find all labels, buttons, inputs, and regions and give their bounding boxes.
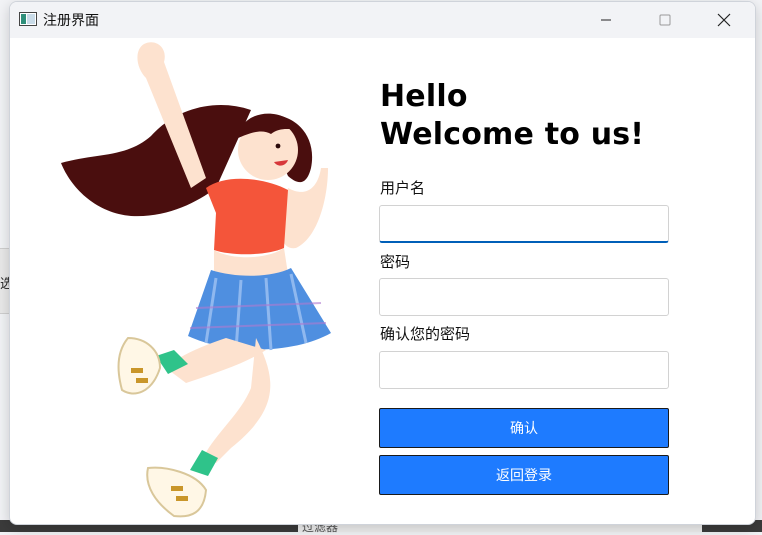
username-input[interactable] <box>379 205 669 243</box>
maximize-icon <box>659 14 671 26</box>
close-button[interactable] <box>701 2 747 38</box>
close-icon <box>717 13 731 27</box>
password-label: 密码 <box>380 253 411 271</box>
confirm-button[interactable]: 确认 <box>379 408 669 448</box>
maximize-button[interactable] <box>642 2 688 38</box>
greeting-heading: Hello Welcome to us! <box>380 78 644 154</box>
password-input[interactable] <box>379 278 669 316</box>
girl-illustration <box>61 42 331 518</box>
greeting-line-1: Hello <box>380 79 468 114</box>
greeting-line-2: Welcome to us! <box>380 117 645 152</box>
username-label: 用户名 <box>380 179 426 197</box>
minimize-button[interactable] <box>583 2 629 38</box>
title-bar[interactable]: 注册界面 <box>10 2 755 38</box>
register-window: 注册界面 Hello Welcome to us! 用户名 密码 确认您的密码 … <box>9 1 756 525</box>
back-to-login-button[interactable]: 返回登录 <box>379 455 669 495</box>
confirm-password-label: 确认您的密码 <box>380 325 471 343</box>
window-title: 注册界面 <box>43 13 99 29</box>
minimize-icon <box>601 19 611 21</box>
app-icon <box>19 12 37 26</box>
confirm-password-input[interactable] <box>379 351 669 389</box>
